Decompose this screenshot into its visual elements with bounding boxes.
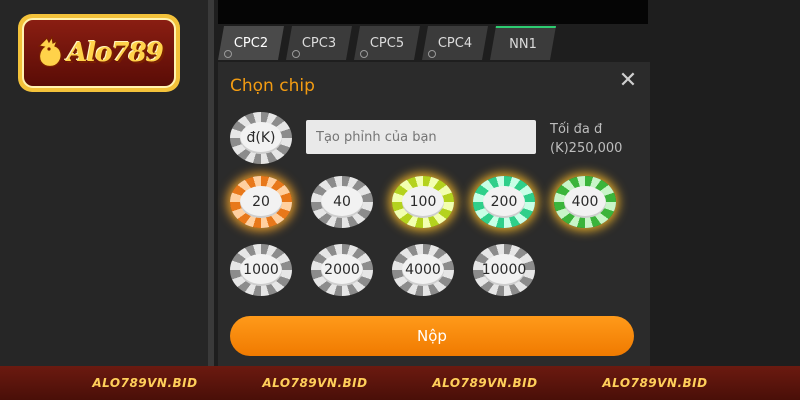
tab-label: NN1 <box>509 36 537 52</box>
chip-value: 20 <box>252 194 270 210</box>
clock-icon <box>428 50 436 58</box>
chip-4000[interactable]: 4000 <box>392 244 454 296</box>
panel-divider <box>208 0 214 366</box>
chip-value: 10000 <box>481 262 527 278</box>
rooster-icon <box>37 36 62 68</box>
tab-label: CPC5 <box>369 35 405 51</box>
max-limit-label: Tối đa đ (K)250,000 <box>550 122 623 156</box>
custom-chip-label: đ(K) <box>246 130 276 146</box>
chip-value: 200 <box>490 194 518 210</box>
tab-cpc5[interactable]: CPC5 <box>354 26 420 60</box>
close-icon[interactable]: ✕ <box>616 70 640 94</box>
submit-button[interactable]: Nộp <box>230 316 634 356</box>
video-strip <box>218 0 648 24</box>
left-panel: Alo789 <box>0 0 208 366</box>
chip-10000[interactable]: 10000 <box>473 244 535 296</box>
table-tabs: CPC2 CPC3 CPC5 CPC4 NN1 <box>218 26 556 62</box>
watermark-text: ALO789VN.BID <box>432 376 538 390</box>
chip-selection-panel: Chọn chip ✕ đ(K) Tối đa đ (K)250,000 20 … <box>218 62 650 366</box>
tab-cpc2[interactable]: CPC2 <box>218 26 284 60</box>
chip-value: 2000 <box>324 262 360 278</box>
chip-40[interactable]: 40 <box>311 176 373 228</box>
chip-2000[interactable]: 2000 <box>311 244 373 296</box>
footer-watermark-bar: ALO789VN.BID ALO789VN.BID ALO789VN.BID A… <box>0 366 800 400</box>
tab-label: CPC2 <box>233 35 269 51</box>
watermark-text: ALO789VN.BID <box>262 376 368 390</box>
chip-value: 40 <box>333 194 351 210</box>
brand-logo: Alo789 <box>18 14 180 92</box>
panel-title: Chọn chip <box>230 76 315 96</box>
chip-value: 4000 <box>405 262 441 278</box>
custom-chip[interactable]: đ(K) <box>230 112 292 164</box>
chip-value: 400 <box>571 194 599 210</box>
tab-label: CPC4 <box>437 35 473 51</box>
tab-nn1[interactable]: NN1 <box>490 26 556 60</box>
chip-value: 100 <box>409 194 437 210</box>
watermark-text: ALO789VN.BID <box>602 376 708 390</box>
chip-400[interactable]: 400 <box>554 176 616 228</box>
tab-cpc3[interactable]: CPC3 <box>286 26 352 60</box>
watermark-text: ALO789VN.BID <box>92 376 198 390</box>
chip-1000[interactable]: 1000 <box>230 244 292 296</box>
chip-value: 1000 <box>243 262 279 278</box>
clock-icon <box>292 50 300 58</box>
clock-icon <box>360 50 368 58</box>
logo-text: Alo789 <box>67 38 164 68</box>
chip-200[interactable]: 200 <box>473 176 535 228</box>
chip-face: đ(K) <box>240 122 282 154</box>
clock-icon <box>224 50 232 58</box>
chip-100[interactable]: 100 <box>392 176 454 228</box>
tab-label: CPC3 <box>301 35 337 51</box>
custom-chip-input[interactable] <box>306 120 536 154</box>
chip-20[interactable]: 20 <box>230 176 292 228</box>
tab-cpc4[interactable]: CPC4 <box>422 26 488 60</box>
right-area <box>650 0 800 366</box>
